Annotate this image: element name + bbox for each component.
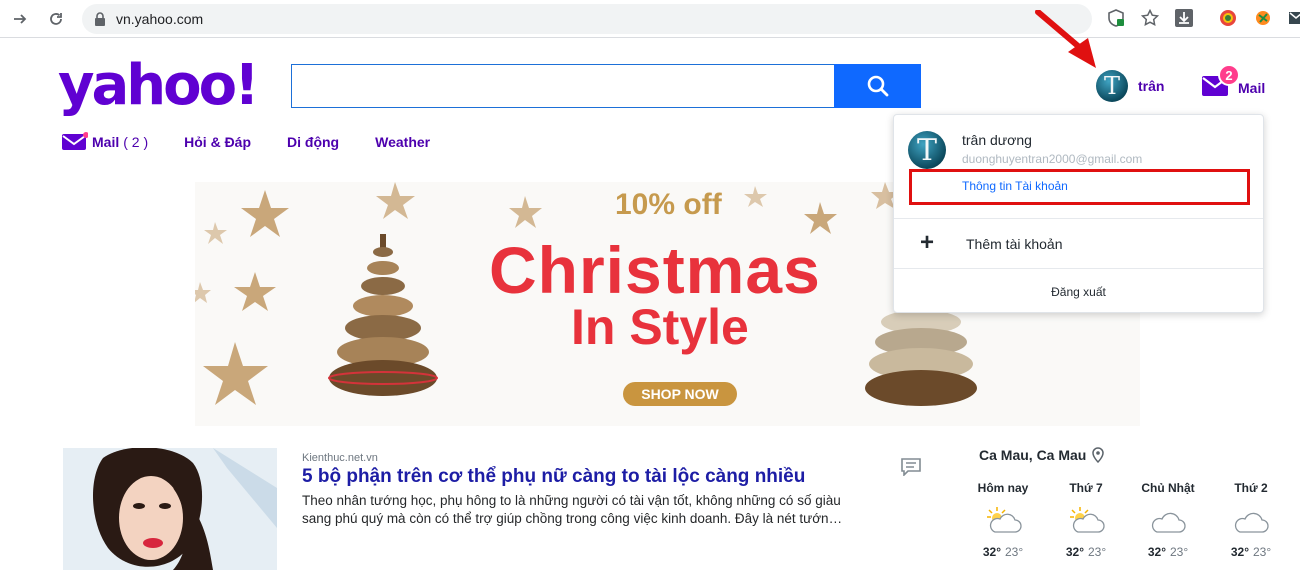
weather-temperature: 32° 23° [1046, 545, 1126, 559]
news-thumbnail[interactable] [63, 448, 277, 570]
reload-button[interactable] [44, 7, 68, 31]
weather-location[interactable]: Ca Mau, Ca Mau [979, 447, 1105, 463]
nav-item-weather[interactable]: Weather [375, 134, 430, 150]
search-input[interactable] [291, 64, 834, 108]
nav-item-label: Weather [375, 134, 431, 150]
high-temp: 32° [982, 545, 1001, 559]
high-temp: 32° [1147, 545, 1166, 559]
logout-button[interactable]: Đăng xuất [894, 285, 1263, 299]
menu-divider [894, 218, 1263, 219]
banner-subheadline: In Style [571, 299, 749, 355]
comment-button[interactable] [901, 458, 921, 481]
plus-icon: + [920, 229, 935, 256]
download-icon[interactable] [1174, 8, 1194, 28]
high-temp: 32° [1065, 545, 1084, 559]
mail-icon [62, 132, 88, 150]
low-temp: 23° [1005, 545, 1024, 559]
weather-day-label: Thứ 2 [1234, 481, 1268, 495]
add-account-button[interactable]: Thêm tài khoản [966, 236, 1063, 252]
weather-temperature: 32° 23° [963, 545, 1043, 559]
woman-portrait-image [63, 448, 277, 570]
leaf-extension-icon[interactable] [1253, 8, 1273, 28]
account-avatar: T [908, 131, 946, 169]
banner-headline: Christmas [489, 233, 821, 307]
cloudy-icon [1211, 506, 1291, 536]
user-menu-trigger[interactable]: T trân [1096, 70, 1164, 102]
chrome-extension-icon[interactable] [1218, 8, 1238, 28]
low-temp: 23° [1253, 545, 1272, 559]
search-icon [867, 75, 888, 97]
weather-day-label: Hôm nay [977, 481, 1029, 495]
discount-text: 10% off [615, 188, 722, 221]
news-summary: Theo nhân tướng học, phụ hông to là nhữn… [302, 493, 843, 526]
nav-item-hoi-dap[interactable]: Hỏi & Đáp [184, 134, 251, 150]
high-temp: 32° [1230, 545, 1249, 559]
user-name: trân [1138, 78, 1165, 94]
weather-temperature: 32° 23° [1211, 545, 1291, 559]
mail-extension-icon[interactable] [1286, 8, 1300, 28]
nav-item-di-dong[interactable]: Di động [287, 134, 339, 150]
mail-label: Mail [1238, 80, 1266, 96]
forward-button[interactable] [8, 7, 32, 31]
partly-cloudy-icon [1046, 506, 1126, 536]
gift-tree-right [865, 310, 977, 406]
weather-temperature: 32° 23° [1128, 545, 1208, 559]
forward-arrow-icon [14, 14, 27, 24]
account-email: duonghuyentran2000@gmail.com [962, 152, 1143, 166]
lock-icon [95, 12, 105, 26]
account-dropdown-menu: T trân dương duonghuyentran2000@gmail.co… [893, 114, 1264, 313]
search-button[interactable] [834, 64, 921, 108]
reload-icon [50, 13, 62, 25]
avatar: T [1096, 70, 1128, 102]
nav-item-label: Di động [287, 134, 340, 150]
red-highlight-box [909, 169, 1250, 205]
account-name: trân dương [962, 132, 1032, 148]
low-temp: 23° [1088, 545, 1107, 559]
address-bar[interactable]: vn.yahoo.com [82, 4, 1092, 34]
shop-now-button[interactable]: SHOP NOW [623, 382, 737, 406]
low-temp: 23° [1170, 545, 1189, 559]
url-text: vn.yahoo.com [116, 11, 204, 27]
news-source: Kienthuc.net.vn [302, 452, 378, 464]
partly-cloudy-icon [963, 506, 1043, 536]
comment-icon [901, 458, 921, 477]
location-pin-icon [1092, 447, 1105, 463]
nav-item-label: Mail [92, 134, 120, 150]
nav-item-label: Hỏi & Đáp [184, 134, 252, 150]
red-arrow-annotation [1035, 10, 1096, 68]
top-navigation: Mail ( 2 ) Hỏi & Đáp Di động Weather [62, 132, 466, 152]
news-headline-link[interactable]: 5 bộ phận trên cơ thể phụ nữ càng to tài… [302, 466, 805, 488]
gift-tree-left [328, 234, 438, 396]
cloudy-icon [1128, 506, 1208, 536]
account-info-link[interactable]: Thông tin Tài khoản [962, 179, 1068, 193]
menu-divider [894, 268, 1263, 269]
bookmark-star-icon[interactable] [1140, 8, 1160, 28]
weather-day-label: Thứ 7 [1069, 481, 1103, 495]
nav-item-mail[interactable]: Mail ( 2 ) [62, 132, 148, 152]
mail-count-badge: 2 [1218, 64, 1240, 86]
weather-day-label: Chủ Nhật [1141, 481, 1195, 495]
yahoo-logo[interactable]: yahoo! [58, 58, 260, 114]
weather-location-label: Ca Mau, Ca Mau [979, 447, 1087, 463]
mail-count: ( 2 ) [123, 134, 149, 150]
